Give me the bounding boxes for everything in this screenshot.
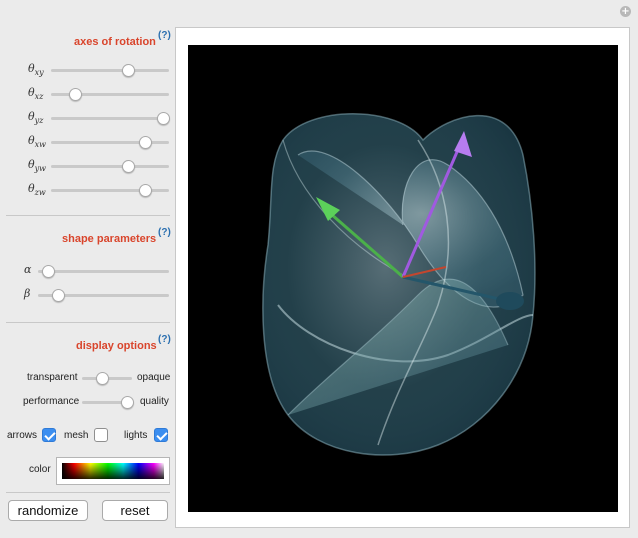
divider — [6, 492, 170, 493]
arrows-label: arrows — [7, 430, 38, 441]
shape-parameters-title: shape parameters — [62, 233, 157, 245]
mesh-label: mesh — [64, 430, 89, 441]
mesh-checkbox[interactable] — [94, 428, 108, 442]
blue-arrow-head — [496, 292, 524, 310]
theta-zw-slider-thumb[interactable] — [139, 184, 153, 197]
3d-graphics-canvas[interactable] — [188, 45, 618, 512]
quality-slider[interactable] — [82, 396, 134, 409]
transparent-label: transparent — [27, 372, 78, 383]
beta-slider[interactable] — [38, 289, 169, 302]
theta-xy-slider-thumb[interactable] — [121, 64, 135, 77]
theta-yz-slider[interactable] — [51, 112, 170, 125]
quality-label: quality — [140, 396, 169, 407]
opaque-label: opaque — [137, 372, 171, 383]
theta-zw-slider[interactable] — [51, 184, 169, 197]
color-gradient-swatch[interactable] — [62, 463, 164, 479]
theta-yw-label: θyw — [28, 158, 46, 174]
theta-yw-slider[interactable] — [51, 160, 169, 173]
quality-slider-thumb[interactable] — [121, 396, 134, 409]
theta-xw-slider[interactable] — [51, 136, 169, 149]
theta-yz-slider-thumb[interactable] — [157, 112, 170, 125]
divider — [6, 322, 170, 323]
alpha-slider[interactable] — [38, 265, 169, 278]
plus-icon[interactable]: + — [620, 6, 631, 17]
transparency-slider[interactable] — [82, 372, 132, 385]
lights-checkbox[interactable] — [154, 428, 168, 442]
help-link-display[interactable]: (?) — [158, 334, 171, 345]
help-link-axes[interactable]: (?) — [158, 30, 171, 41]
alpha-slider-thumb[interactable] — [42, 265, 56, 278]
display-options-title: display options — [76, 340, 157, 352]
color-picker[interactable] — [56, 457, 170, 485]
axes-of-rotation-title: axes of rotation — [74, 36, 156, 48]
divider — [6, 215, 170, 216]
theta-xz-label: θxz — [28, 86, 44, 102]
randomize-button[interactable]: randomize — [8, 500, 88, 521]
arrows-checkbox[interactable] — [42, 428, 56, 442]
theta-yz-label: θyz — [28, 110, 44, 126]
4d-surface-render — [262, 113, 536, 456]
theta-xw-slider-thumb[interactable] — [139, 136, 153, 149]
performance-label: performance — [23, 396, 80, 407]
beta-label: β — [24, 287, 31, 300]
color-label: color — [29, 464, 51, 475]
transparency-slider-thumb[interactable] — [96, 372, 109, 385]
theta-xz-slider-thumb[interactable] — [68, 88, 82, 101]
lights-label: lights — [124, 430, 148, 441]
control-panel: + axes of rotation (?) θxy θxz θyz θxw θyw θz… — [0, 0, 638, 538]
theta-xy-slider[interactable] — [51, 64, 169, 77]
graphics-pane — [175, 27, 630, 528]
theta-xw-label: θxw — [28, 134, 46, 150]
theta-zw-label: θzw — [28, 182, 46, 198]
alpha-label: α — [24, 263, 32, 276]
beta-slider-thumb[interactable] — [51, 289, 65, 302]
theta-xz-slider[interactable] — [51, 88, 169, 101]
theta-yw-slider-thumb[interactable] — [121, 160, 135, 173]
help-link-shape[interactable]: (?) — [158, 227, 171, 238]
reset-button[interactable]: reset — [102, 500, 168, 521]
theta-xy-label: θxy — [28, 62, 44, 78]
